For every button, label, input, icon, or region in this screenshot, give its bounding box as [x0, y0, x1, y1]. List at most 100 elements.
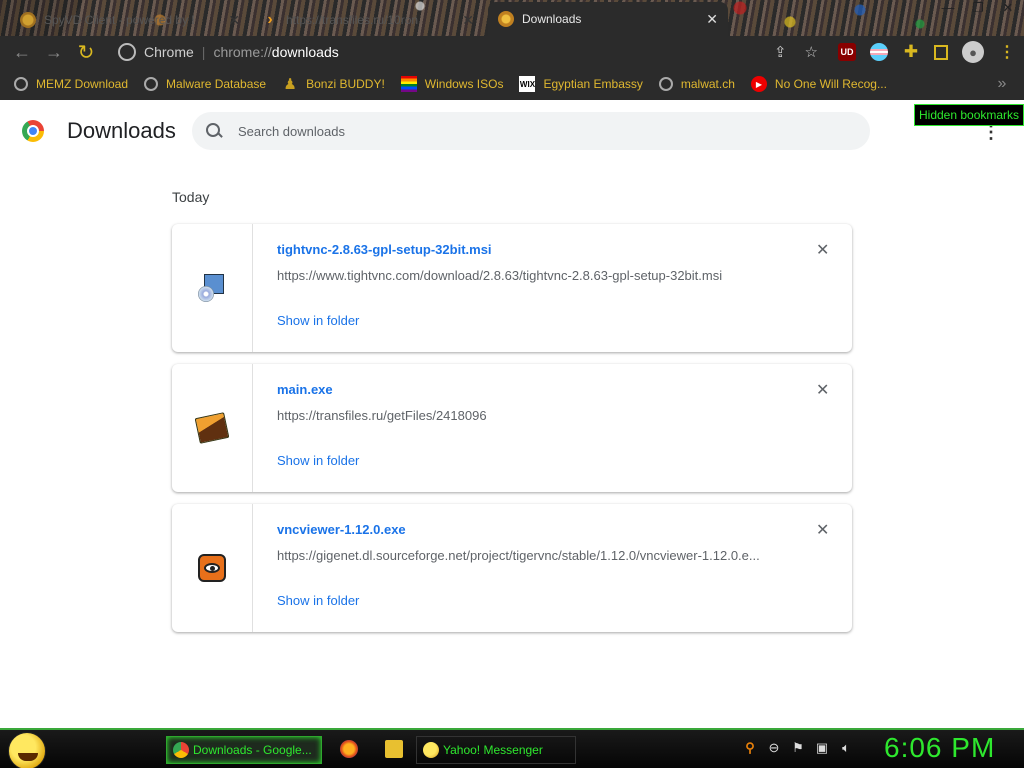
file-icon-column [172, 224, 253, 352]
download-item: tightvnc-2.8.63-gpl-setup-32bit.msi http… [172, 224, 852, 352]
search-magnifier-icon[interactable]: ⚲ [742, 740, 758, 756]
page-title: Downloads [67, 118, 176, 143]
flag-extension-icon[interactable] [870, 43, 888, 61]
bookmark-label: MEMZ Download [36, 77, 129, 91]
arrow-icon: › [267, 11, 273, 28]
forward-button[interactable]: → [38, 38, 70, 66]
tigervnc-icon [198, 554, 226, 582]
exe-icon [194, 412, 230, 444]
extensions-puzzle-icon[interactable]: ✚ [902, 42, 920, 61]
chrome-logo-icon [22, 120, 44, 142]
bonzi-icon: ♟ [283, 76, 297, 93]
downloads-page: Downloads ⋮ Today tightvnc-2.8.63-gpl-se… [0, 100, 1024, 728]
download-source-url[interactable]: https://transfiles.ru/getFiles/2418096 [277, 408, 777, 423]
file-icon-column [172, 364, 253, 492]
download-filename-link[interactable]: tightvnc-2.8.63-gpl-setup-32bit.msi [277, 242, 492, 257]
omnibox-actions: ⇪ ☆ [774, 39, 828, 65]
yahoo-smiley-icon [423, 742, 439, 758]
restore-button[interactable]: ❐ [970, 0, 986, 16]
network-icon[interactable]: ▣ [814, 740, 830, 756]
tab-downloads[interactable]: Downloads ✕ [488, 2, 728, 36]
taskbar-item-label: Downloads - Google... [193, 743, 312, 757]
bookmark-windows-isos[interactable]: Windows ISOs [400, 76, 504, 92]
globe-icon [144, 77, 159, 91]
wix-icon: WIX [519, 76, 536, 92]
bookmark-malware-database[interactable]: Malware Database [144, 77, 266, 91]
window-close-button[interactable]: ✕ [1000, 0, 1016, 16]
more-actions-menu-icon[interactable]: ⋮ [982, 123, 1000, 150]
search-downloads-box[interactable] [192, 112, 870, 150]
bookmark-memz[interactable]: MEMZ Download [14, 77, 128, 91]
side-panel-icon[interactable] [934, 44, 948, 60]
hidden-bookmarks-button[interactable]: » [990, 72, 1014, 96]
window-controls: — ❐ ✕ [940, 0, 1016, 16]
taskbar-item-yahoo-messenger[interactable]: Yahoo! Messenger [416, 736, 576, 764]
ublock-origin-icon[interactable]: UD [838, 43, 856, 61]
bookmark-bonzi-buddy[interactable]: ♟ Bonzi BUDDY! [282, 76, 385, 93]
bookmark-label: Windows ISOs [424, 77, 504, 91]
tab-spyvd[interactable]: SpyVD Client - powered by Eyel ✕ [10, 4, 250, 36]
hidden-bookmarks-tooltip: Hidden bookmarks [914, 104, 1024, 126]
show-in-folder-link[interactable]: Show in folder [277, 313, 359, 328]
downloads-favicon [498, 11, 514, 27]
bookmark-label: Egyptian Embassy [543, 77, 643, 91]
remove-download-icon[interactable]: ✕ [816, 380, 829, 400]
address-separator: | [201, 44, 206, 60]
date-section-label: Today [172, 189, 210, 205]
status-icon[interactable]: ⊖ [766, 740, 782, 756]
download-filename-link[interactable]: vncviewer-1.12.0.exe [277, 522, 406, 537]
remove-download-icon[interactable]: ✕ [816, 240, 829, 260]
site-info-icon[interactable] [118, 43, 136, 61]
browser-toolbar: ← → ↻ Chrome | chrome://downloads ⇪ ☆ UD… [0, 36, 1024, 68]
folder-icon[interactable] [385, 740, 403, 758]
remove-download-icon[interactable]: ✕ [816, 520, 829, 540]
download-item: main.exe https://transfiles.ru/getFiles/… [172, 364, 852, 492]
download-filename-link[interactable]: main.exe [277, 382, 333, 397]
bookmark-label: malwat.ch [680, 77, 735, 91]
minimize-button[interactable]: — [940, 0, 956, 16]
youtube-icon: ▶ [750, 76, 767, 92]
tab-strip: SpyVD Client - powered by Eyel ✕ › https… [0, 0, 1024, 36]
address-bar[interactable]: Chrome | chrome://downloads ⇪ ☆ [106, 39, 828, 65]
msi-installer-icon [196, 272, 228, 304]
show-in-folder-link[interactable]: Show in folder [277, 453, 359, 468]
search-icon [206, 123, 222, 139]
chrome-menu-icon[interactable]: ⋮ [998, 43, 1016, 61]
volume-icon[interactable]: 🔈︎ [838, 740, 854, 756]
close-tab-icon[interactable]: ✕ [706, 11, 718, 28]
globe-icon [14, 77, 28, 91]
tab-transfiles[interactable]: › https://transfiles.ru/10ron ✕ [252, 4, 484, 36]
taskbar-clock[interactable]: 6:06 PM [884, 732, 995, 764]
bookmark-egyptian-embassy[interactable]: WIX Egyptian Embassy [519, 76, 643, 92]
taskbar-item-label: Yahoo! Messenger [443, 743, 543, 757]
download-source-url[interactable]: https://www.tightvnc.com/download/2.8.63… [277, 268, 777, 283]
start-button-smiley-icon[interactable] [8, 732, 46, 768]
search-input[interactable] [238, 123, 838, 139]
system-tray: ⚲ ⊖ ⚑ ▣ 🔈︎ [742, 740, 854, 756]
downloads-header: Downloads ⋮ [0, 110, 1024, 154]
rainbow-flag-icon [400, 76, 417, 92]
url-path: downloads [271, 44, 339, 60]
tab-label: https://transfiles.ru/10ron [286, 13, 419, 27]
close-tab-icon[interactable]: ✕ [462, 12, 474, 29]
globe-icon [658, 77, 673, 91]
show-in-folder-link[interactable]: Show in folder [277, 593, 359, 608]
site-name: Chrome [144, 44, 194, 60]
bookmark-label: Bonzi BUDDY! [306, 77, 385, 91]
bookmark-label: No One Will Recog... [774, 77, 887, 91]
action-center-flag-icon[interactable]: ⚑ [790, 740, 806, 756]
profile-avatar-icon[interactable]: ● [962, 41, 984, 63]
tab-label: SpyVD Client - powered by Eyel [44, 13, 194, 27]
reload-button[interactable]: ↻ [70, 38, 102, 66]
bookmark-malwatch[interactable]: malwat.ch [658, 77, 735, 91]
share-icon[interactable]: ⇪ [774, 43, 787, 61]
taskbar-item-chrome[interactable]: Downloads - Google... [166, 736, 322, 764]
bookmark-youtube[interactable]: ▶ No One Will Recog... [750, 76, 887, 92]
download-source-url[interactable]: https://gigenet.dl.sourceforge.net/proje… [277, 548, 777, 563]
url-scheme: chrome:// [213, 44, 272, 60]
close-tab-icon[interactable]: ✕ [228, 12, 240, 29]
back-button[interactable]: ← [6, 38, 38, 66]
bookmark-star-icon[interactable]: ☆ [805, 43, 818, 61]
firefox-icon[interactable] [340, 740, 358, 758]
taskbar: Downloads - Google... Yahoo! Messenger ⚲… [0, 728, 1024, 768]
